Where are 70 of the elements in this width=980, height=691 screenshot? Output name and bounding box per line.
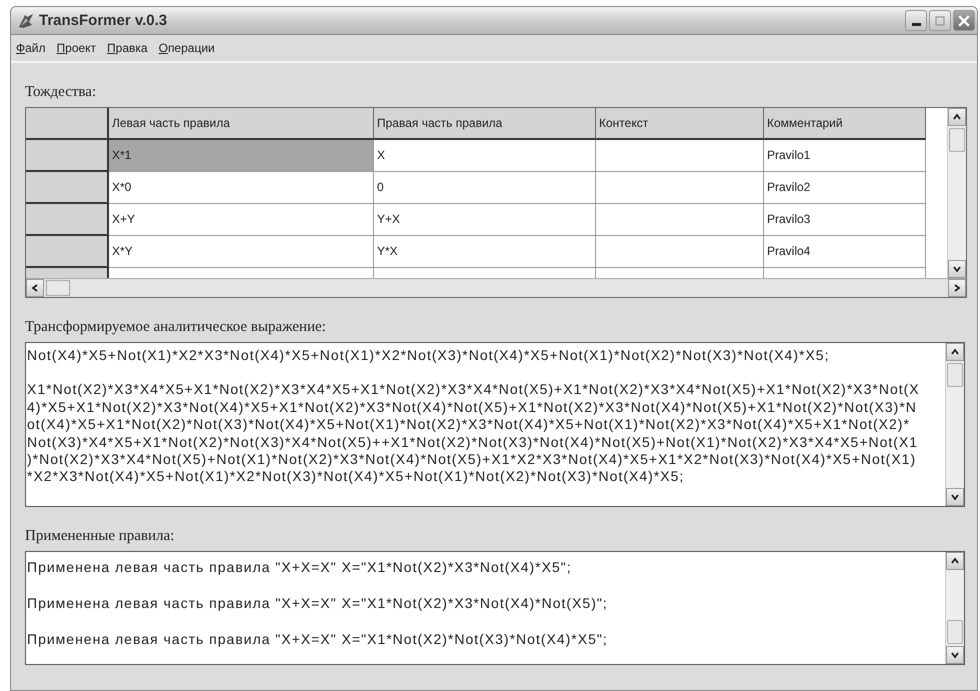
menu-item[interactable]: Файл [15, 40, 47, 56]
vertical-scrollbar[interactable] [945, 343, 964, 506]
close-button[interactable] [953, 10, 975, 31]
text-line: Применена левая часть правила "X+X=X" X="X1*Not(X2)*X3*Not(X4)*Not(X5)"; [27, 594, 608, 612]
scroll-down-button[interactable] [946, 646, 964, 664]
vertical-scrollbar[interactable] [945, 552, 964, 664]
column-header[interactable]: Правая часть правила [374, 108, 596, 140]
scroll-up-button[interactable] [948, 108, 966, 126]
table-cell: 0 [374, 172, 596, 204]
close-icon [958, 14, 970, 26]
section-label: Примененные правила: [24, 527, 176, 546]
chevron-up-icon [953, 113, 961, 121]
column-header[interactable]: Левая часть правила [109, 108, 374, 140]
horizontal-scrollbar[interactable] [26, 278, 966, 297]
chevron-up-icon [951, 348, 959, 356]
table-cell: Pravilo4 [764, 236, 926, 268]
scrollbar-thumb[interactable] [46, 280, 70, 296]
row-header[interactable] [26, 236, 109, 268]
chevron-up-icon [951, 557, 959, 565]
maximize-icon [935, 16, 945, 26]
text-line: 4)*X5+X1*Not(X2)*X3*Not(X4)*X5+X1*Not(X2)*X3*Not(X4)*Not(X5)+X1*Not(X2)*X3*Not(X4)*Not(X5)+X1*Not(X2)*Not(X3)*N [27, 398, 917, 416]
minimize-button[interactable] [905, 10, 927, 31]
text-line: ot(X4)*X5+X1*Not(X2)*Not(X3)*Not(X4)*X5+Not(X1)*Not(X2)*X3*Not(X4)*X5+Not(X1)*Not(X2)*X3*Not(X4)*X5+X1*Not(X2)* [27, 416, 910, 434]
table-cell: Y+X [374, 204, 596, 236]
table-cell: X+Y [109, 204, 374, 236]
table-cell: Pravilo1 [764, 140, 926, 172]
applied-rules-text-area[interactable] [25, 551, 965, 665]
row-header[interactable] [26, 172, 109, 204]
chevron-right-icon [953, 284, 961, 292]
column-header[interactable]: Контекст [596, 108, 764, 140]
table-cell: Pravilo3 [764, 204, 926, 236]
scroll-up-button[interactable] [946, 343, 964, 361]
text-line: Not(X4)*X5+Not(X1)*X2*X3*Not(X4)*X5+Not(X1)*X2*Not(X3)*Not(X4)*X5+Not(X1)*Not(X2)*Not(X3)*Not(X4)*X5; [27, 347, 830, 364]
chevron-down-icon [953, 265, 961, 273]
scrollbar-thumb[interactable] [947, 620, 963, 644]
scroll-right-button[interactable] [948, 279, 966, 297]
section-label: Тождества: [24, 83, 98, 102]
section-label: Трансформируемое аналитическое выражение: [24, 318, 327, 337]
window-title: TransFormer v.0.3 [39, 12, 168, 29]
scroll-down-button[interactable] [948, 260, 966, 278]
scroll-down-button[interactable] [946, 488, 964, 506]
text-line: *X2*X3*Not(X4)*X5+Not(X1)*X2*Not(X3)*Not(X4)*X5+Not(X1)*Not(X2)*Not(X3)*Not(X4)*X5; [27, 468, 684, 486]
scrollbar-thumb[interactable] [947, 363, 963, 387]
row-header[interactable] [26, 140, 109, 172]
column-header[interactable]: Комментарий [764, 108, 926, 140]
chevron-down-icon [951, 651, 959, 659]
table-cell: X*Y [109, 236, 374, 268]
menu-item[interactable]: Проект [56, 40, 98, 56]
minimize-icon [912, 23, 920, 26]
text-line: )*Not(X2)*X3*X4*Not(X5)+Not(X1)*Not(X2)*X3*Not(X4)*Not(X5)+X1*X2*X3*Not(X4)*X5+X1*X2*Not(X3)*Not(X4)*X5+Not(X1) [27, 451, 916, 468]
expression-text-area[interactable] [25, 342, 965, 507]
scroll-up-button[interactable] [946, 552, 964, 570]
chevron-left-icon [31, 284, 39, 292]
vertical-scrollbar[interactable] [947, 108, 966, 278]
menu-item[interactable]: Операции [158, 40, 216, 56]
text-line: Применена левая часть правила "X+X=X" X="X1*Not(X2)*Not(X3)*Not(X4)*X5"; [27, 630, 608, 648]
text-line: Not(X3)*X4*X5+X1*Not(X2)*Not(X3)*X4*Not(X5)++X1*Not(X2)*Not(X3)*Not(X4)*Not(X5)+Not(X1)*Not(X2)*X3*X4*X5+Not(X1 [27, 434, 918, 452]
table-cell: X [374, 140, 596, 172]
text-line: Применена левая часть правила "X+X=X" X="X1*Not(X2)*X3*Not(X4)*X5"; [27, 558, 572, 576]
app-icon [17, 12, 35, 28]
row-header[interactable] [26, 204, 109, 236]
chevron-down-icon [951, 493, 959, 501]
scrollbar-thumb[interactable] [949, 128, 965, 152]
text-line: X1*Not(X2)*X3*X4*X5+X1*Not(X2)*X3*X4*X5+X1*Not(X2)*X3*X4*Not(X5)+X1*Not(X2)*X3*X4*Not(X5)+X1*Not(X2)*X3*Not(X [27, 381, 920, 399]
menu-item[interactable]: Правка [106, 40, 149, 56]
table-cell: X*1 [109, 140, 374, 172]
table-cell: Y*X [374, 236, 596, 268]
scroll-left-button[interactable] [26, 279, 44, 297]
table-cell: X*0 [109, 172, 374, 204]
table-cell: Pravilo2 [764, 172, 926, 204]
